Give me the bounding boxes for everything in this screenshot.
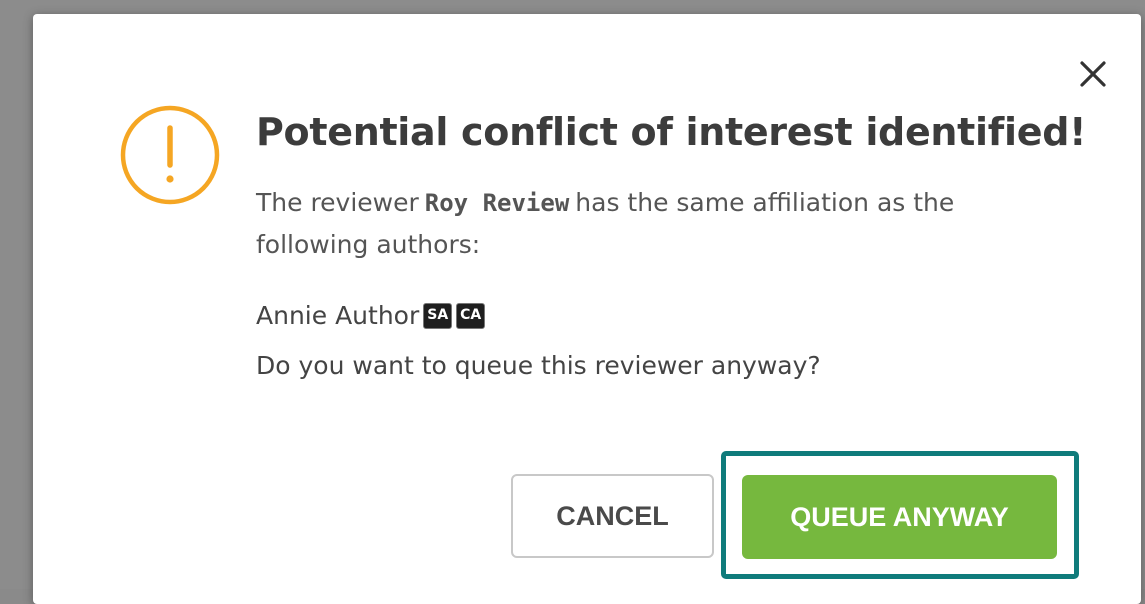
cancel-button[interactable]: CANCEL [511, 474, 714, 558]
reviewer-name: Roy Review [424, 189, 570, 217]
close-button[interactable] [1073, 54, 1113, 94]
author-badge-ca: CA [456, 302, 486, 329]
backdrop-blurred-text [20, 0, 1140, 10]
message-prefix: The reviewer [256, 188, 419, 217]
dialog-title: Potential conflict of interest identifie… [256, 110, 1087, 154]
author-list-item: Annie Author SA CA [256, 301, 486, 330]
conflict-dialog: Potential conflict of interest identifie… [33, 14, 1141, 604]
author-name: Annie Author [256, 301, 420, 330]
close-icon [1080, 61, 1106, 87]
warning-icon [120, 105, 220, 205]
dialog-message: The reviewer Roy Review has the same affil… [256, 182, 1046, 266]
dialog-question: Do you want to queue this reviewer anywa… [256, 351, 821, 380]
author-badge-sa: SA [423, 302, 453, 329]
queue-anyway-button[interactable]: QUEUE ANYWAY [742, 475, 1057, 559]
